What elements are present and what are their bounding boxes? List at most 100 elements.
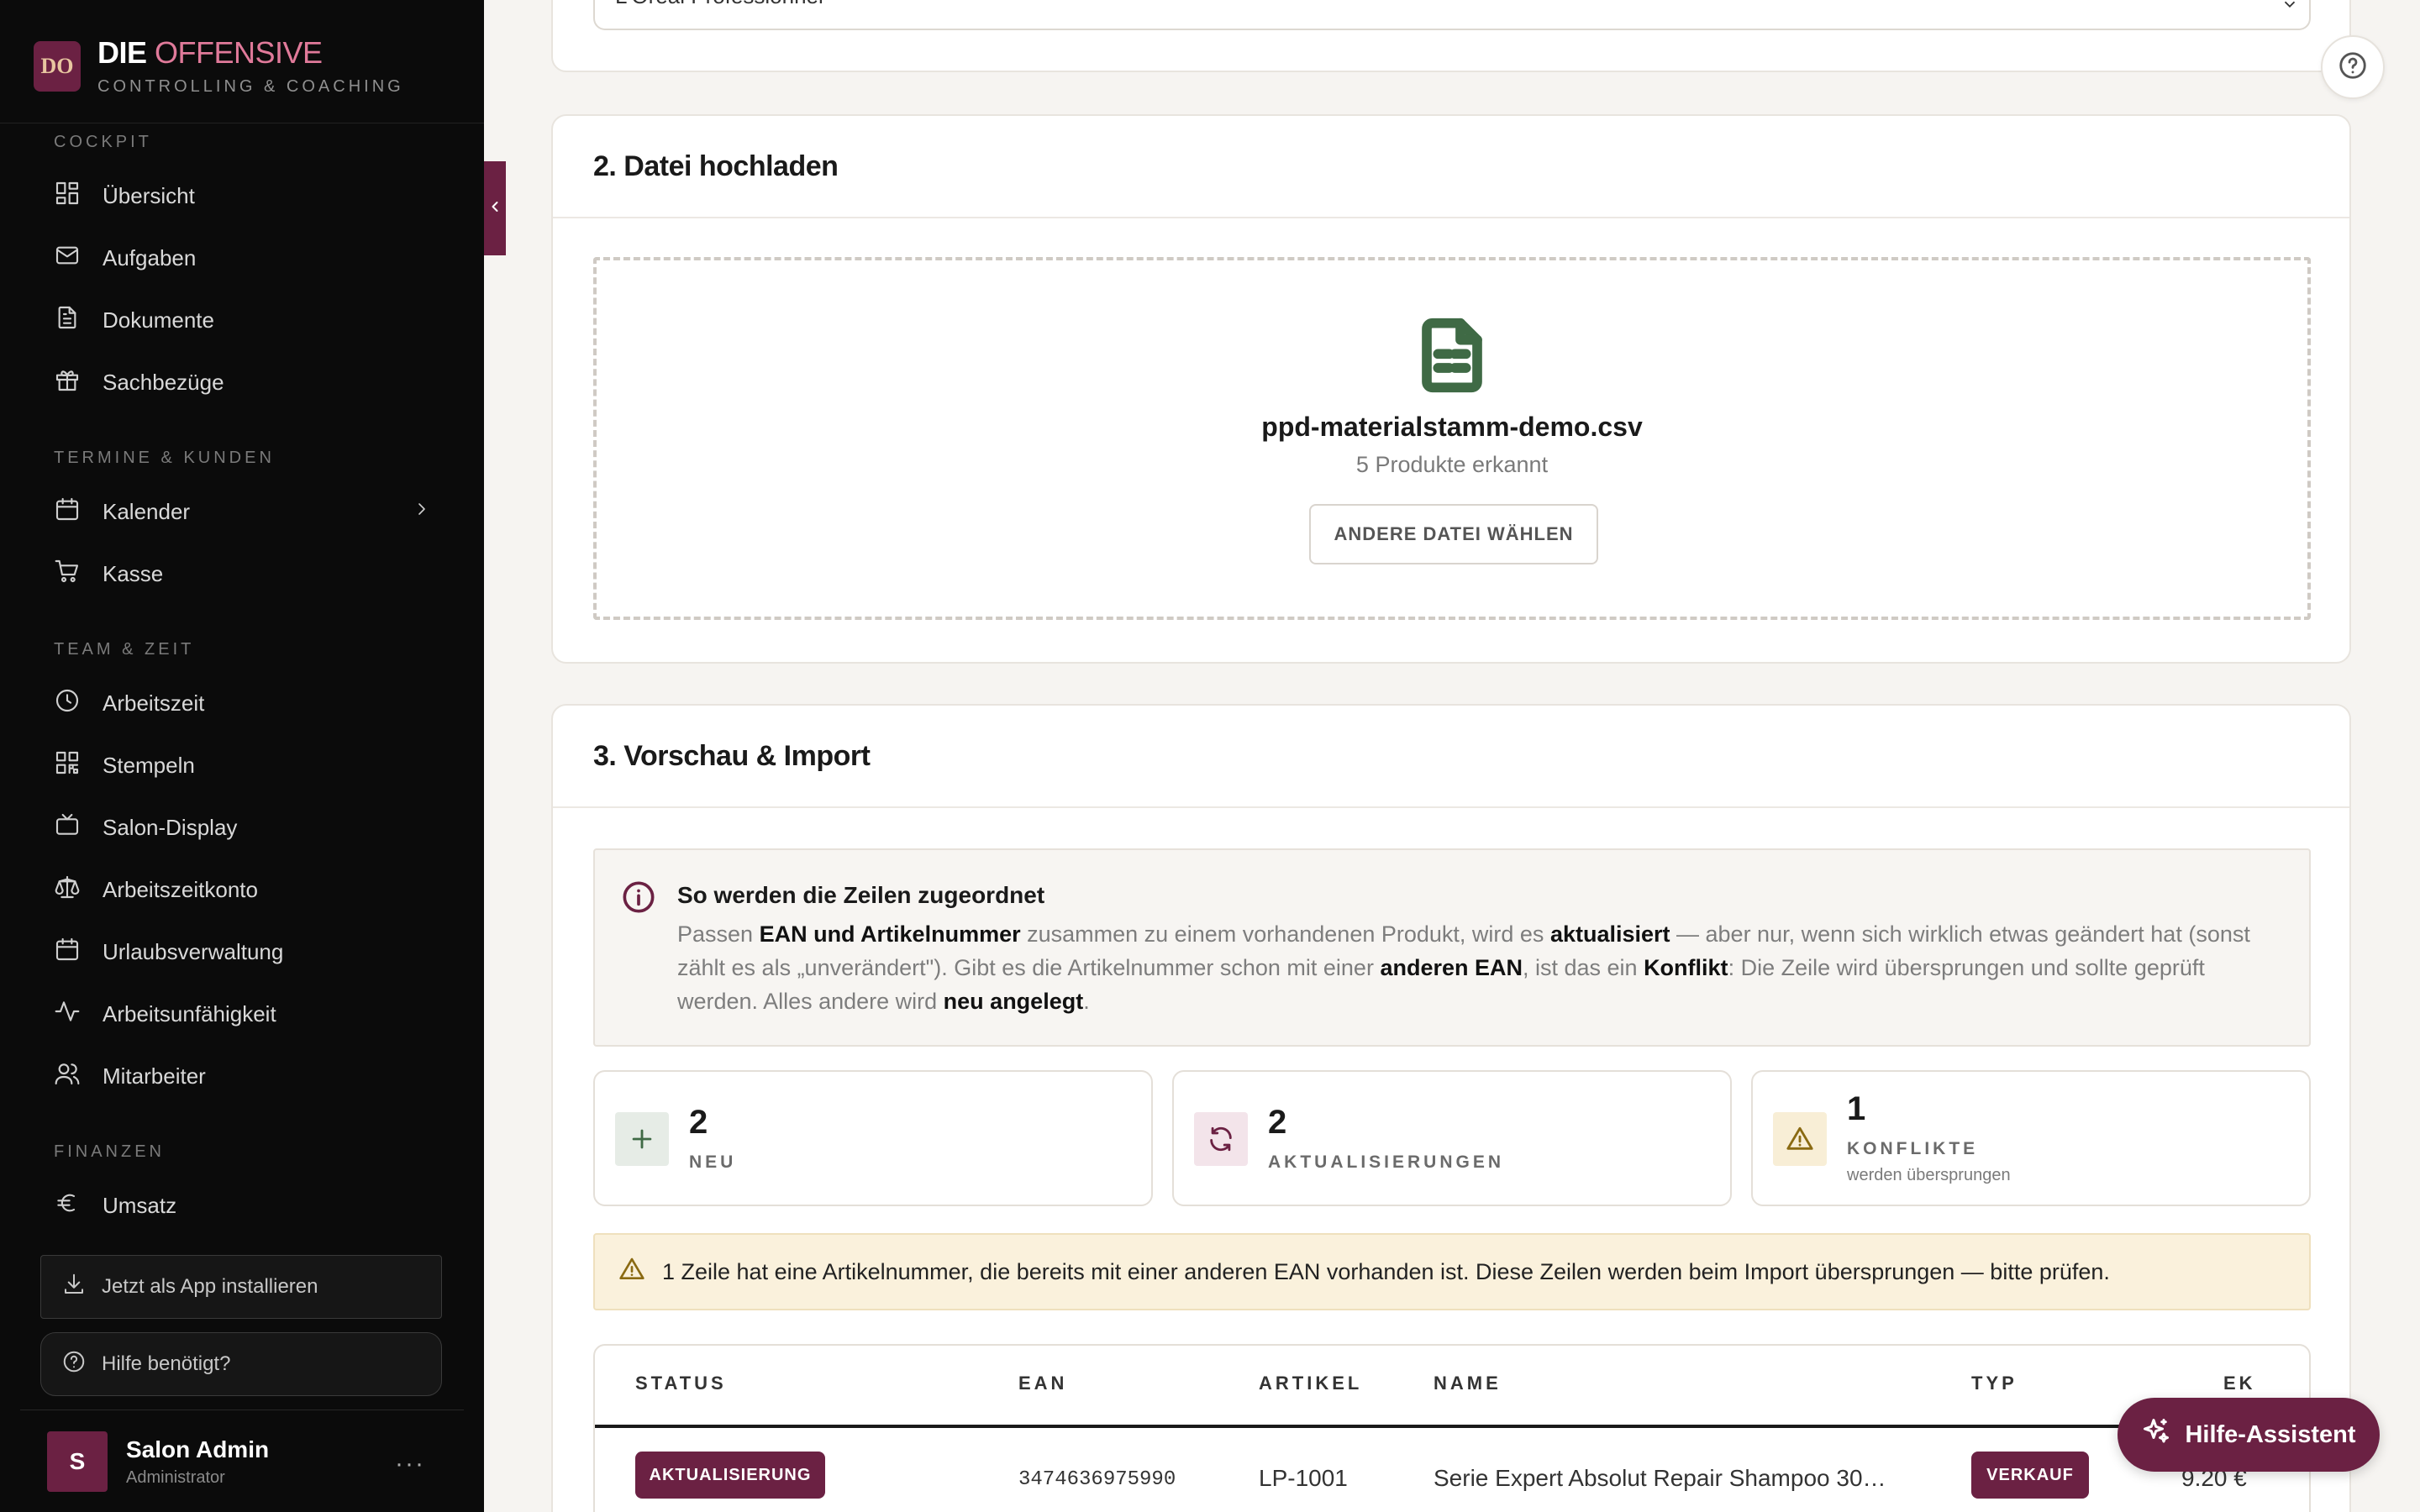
section-termine-kunden: TERMINE & KUNDEN bbox=[54, 449, 275, 467]
column-header-status[interactable]: STATUS bbox=[635, 1373, 727, 1394]
brand-title-part-2: OFFENSIVE bbox=[155, 35, 323, 70]
column-header-ean[interactable]: EAN bbox=[1018, 1373, 1067, 1394]
avatar: S bbox=[47, 1431, 108, 1492]
sidebar-item-urlaubsverwaltung[interactable]: Urlaubsverwaltung bbox=[54, 928, 432, 975]
conflict-warning: 1 Zeile hat eine Artikelnummer, die bere… bbox=[593, 1233, 2311, 1310]
file-product-count: 5 Produkte erkannt bbox=[1355, 452, 1549, 477]
column-header-typ[interactable]: TYP bbox=[1971, 1373, 2018, 1394]
cell-artikel: LP-1001 bbox=[1259, 1465, 1348, 1491]
activity-icon bbox=[54, 998, 81, 1031]
type-badge: VERKAUF bbox=[1971, 1452, 2089, 1499]
download-icon bbox=[61, 1272, 102, 1303]
sidebar-item-arbeitszeitkonto[interactable]: Arbeitszeitkonto bbox=[54, 866, 432, 913]
clock-icon bbox=[54, 687, 81, 720]
help-circle-icon bbox=[61, 1349, 102, 1380]
sidebar-item-umsatz[interactable]: Umsatz bbox=[54, 1182, 432, 1229]
sidebar-item-kasse[interactable]: Kasse bbox=[54, 550, 432, 597]
help-button[interactable] bbox=[2321, 35, 2385, 99]
euro-icon bbox=[54, 1189, 81, 1222]
sidebar-item-stempeln[interactable]: Stempeln bbox=[54, 742, 432, 789]
supplier-select[interactable]: L'Oréal Professionnel bbox=[593, 0, 2311, 30]
gift-icon bbox=[54, 366, 81, 399]
cell-ean: 3474636975990 bbox=[1018, 1468, 1176, 1491]
sidebar-item-label: Sachbezüge bbox=[103, 369, 224, 395]
sidebar: DO DIE OFFENSIVE CONTROLLING & COACHING … bbox=[0, 0, 484, 1512]
brand-title: DIE OFFENSIVE bbox=[97, 35, 404, 71]
collapse-sidebar-button[interactable] bbox=[484, 161, 506, 255]
help-assistant-label: Hilfe-Assistent bbox=[2185, 1420, 2356, 1448]
sidebar-item-label: Arbeitszeitkonto bbox=[103, 876, 258, 902]
chevron-left-icon bbox=[487, 198, 503, 219]
warning-icon bbox=[1773, 1112, 1827, 1166]
user-name: Salon Admin bbox=[126, 1436, 270, 1462]
supplier-select-value: L'Oréal Professionnel bbox=[615, 0, 823, 9]
info-title: So werden die Zeilen zugeordnet bbox=[677, 882, 1045, 908]
info-text: Passen EAN und Artikelnummer zusammen zu… bbox=[677, 917, 2274, 1018]
help-assistant-button[interactable]: Hilfe-Assistent bbox=[2118, 1398, 2380, 1472]
stat-new: 2 NEU bbox=[593, 1070, 1153, 1206]
stat-new-count: 2 bbox=[689, 1104, 708, 1141]
stat-conflicts-label: KONFLIKTE bbox=[1847, 1139, 1979, 1158]
info-text-bold: aktualisiert bbox=[1549, 921, 1670, 947]
scale-icon bbox=[54, 874, 81, 906]
sidebar-item-label: Arbeitsunfähigkeit bbox=[103, 1000, 276, 1026]
file-name: ppd-materialstamm-demo.csv bbox=[1261, 412, 1643, 442]
dashboard-icon bbox=[54, 180, 81, 213]
stat-updates: 2 AKTUALISIERUNGEN bbox=[1172, 1070, 1732, 1206]
info-text-part: , ist das ein bbox=[1522, 955, 1644, 980]
info-text-part: Passen bbox=[677, 921, 760, 947]
user-profile[interactable]: S Salon Admin Administrator bbox=[47, 1431, 269, 1492]
document-icon bbox=[54, 304, 81, 337]
choose-other-file-button[interactable]: ANDERE DATEI WÄHLEN bbox=[1309, 504, 1598, 564]
column-header-ek[interactable]: EK bbox=[2223, 1373, 2256, 1394]
file-dropzone[interactable]: ppd-materialstamm-demo.csv 5 Produkte er… bbox=[593, 257, 2311, 620]
preview-import-card: 3. Vorschau & Import So werden die Zeile… bbox=[551, 704, 2351, 1512]
section-finanzen: FINANZEN bbox=[54, 1142, 165, 1161]
sidebar-item-salon-display[interactable]: Salon-Display bbox=[54, 804, 432, 851]
sparkles-icon bbox=[2141, 1416, 2185, 1453]
sidebar-item-uebersicht[interactable]: Übersicht bbox=[54, 172, 432, 219]
stat-updates-label: AKTUALISIERUNGEN bbox=[1268, 1152, 1505, 1172]
cell-name: Serie Expert Absolut Repair Shampoo 30… bbox=[1434, 1465, 1886, 1491]
help-needed-label: Hilfe benötigt? bbox=[102, 1352, 231, 1375]
info-text-bold: Konflikt bbox=[1644, 955, 1728, 980]
qr-icon bbox=[54, 749, 81, 782]
sidebar-item-arbeitszeit[interactable]: Arbeitszeit bbox=[54, 680, 432, 727]
spreadsheet-file-icon bbox=[597, 318, 2307, 393]
sidebar-item-kalender[interactable]: Kalender bbox=[54, 488, 432, 535]
section-cockpit: COCKPIT bbox=[54, 133, 152, 151]
info-icon bbox=[622, 880, 655, 918]
chevron-right-icon[interactable] bbox=[412, 499, 432, 525]
user-role: Administrator bbox=[126, 1467, 225, 1487]
sidebar-item-label: Salon-Display bbox=[103, 814, 238, 840]
status-badge: AKTUALISIERUNG bbox=[635, 1452, 825, 1499]
plus-icon bbox=[615, 1112, 669, 1166]
sidebar-item-mitarbeiter[interactable]: Mitarbeiter bbox=[54, 1053, 432, 1100]
stat-new-label: NEU bbox=[689, 1152, 737, 1172]
calendar-icon bbox=[54, 496, 81, 528]
refresh-icon bbox=[1194, 1112, 1248, 1166]
cart-icon bbox=[54, 558, 81, 591]
help-needed-button[interactable]: Hilfe benötigt? bbox=[40, 1332, 442, 1396]
sidebar-item-label: Kasse bbox=[103, 560, 164, 586]
sidebar-item-arbeitsunfaehigkeit[interactable]: Arbeitsunfähigkeit bbox=[54, 990, 432, 1037]
column-header-artikel[interactable]: ARTIKEL bbox=[1259, 1373, 1362, 1394]
help-circle-icon bbox=[2337, 50, 2369, 86]
sidebar-item-sachbezuege[interactable]: Sachbezüge bbox=[54, 359, 432, 406]
info-text-part: . bbox=[1083, 989, 1090, 1014]
info-text-bold: anderen EAN bbox=[1380, 955, 1523, 980]
sidebar-item-aufgaben[interactable]: Aufgaben bbox=[54, 234, 432, 281]
sidebar-item-label: Kalender bbox=[103, 498, 191, 524]
column-header-name[interactable]: NAME bbox=[1434, 1373, 1502, 1394]
users-icon bbox=[54, 1060, 81, 1093]
install-app-label: Jetzt als App installieren bbox=[102, 1275, 318, 1298]
brand[interactable]: DO DIE OFFENSIVE CONTROLLING & COACHING bbox=[34, 35, 404, 97]
sidebar-item-dokumente[interactable]: Dokumente bbox=[54, 297, 432, 344]
sidebar-item-label: Übersicht bbox=[103, 182, 195, 208]
table-header-divider bbox=[595, 1425, 2309, 1428]
sidebar-item-label: Urlaubsverwaltung bbox=[103, 938, 284, 964]
install-app-button[interactable]: Jetzt als App installieren bbox=[40, 1255, 442, 1319]
stat-conflicts: 1 KONFLIKTE werden übersprungen bbox=[1751, 1070, 2311, 1206]
info-text-part: zusammen zu einem vorhandenen Produkt, w… bbox=[1020, 921, 1550, 947]
more-options-icon[interactable]: ··· bbox=[395, 1450, 425, 1478]
